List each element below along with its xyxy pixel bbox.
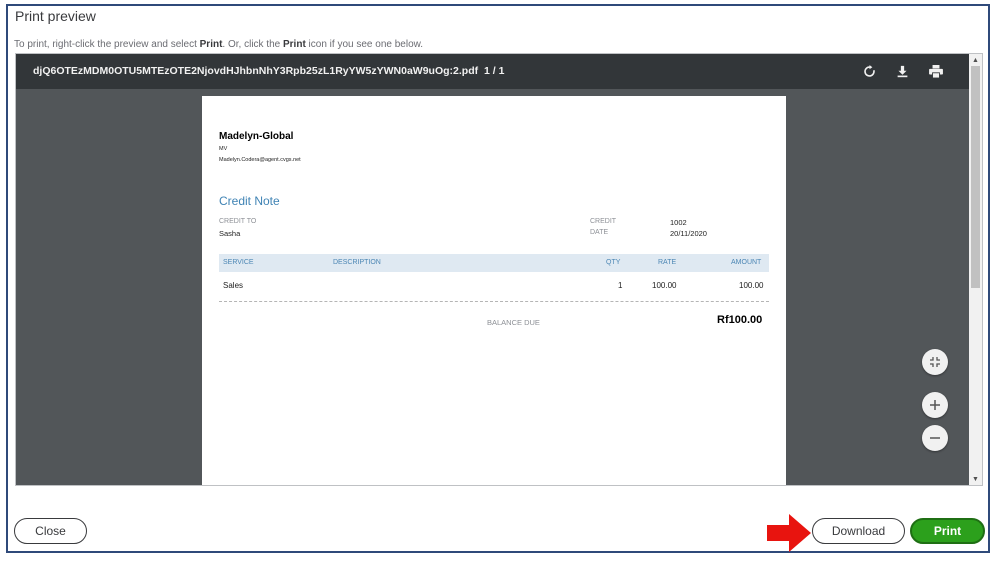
document-title: Credit Note — [219, 194, 280, 208]
download-button[interactable]: Download — [812, 518, 905, 544]
scroll-down-arrow-icon[interactable]: ▼ — [969, 473, 982, 485]
row-service: Sales — [223, 281, 244, 290]
credit-to-label: CREDIT TO — [219, 218, 257, 225]
fit-page-icon — [930, 357, 940, 367]
balance-due-label: BALANCE DUE — [487, 318, 540, 327]
company-initials: MV — [219, 146, 228, 152]
plus-icon — [930, 400, 940, 410]
print-button[interactable]: Print — [910, 518, 985, 544]
hint-print-1: Print — [199, 39, 223, 50]
row-qty: 1 — [618, 281, 623, 290]
date-label: DATE — [590, 229, 609, 236]
row-divider — [219, 301, 769, 302]
credit-to-value: Sasha — [219, 229, 241, 238]
hint-prefix: To print, right-click the preview and se… — [14, 39, 200, 50]
pdf-toolbar: djQ6OTEzMDM0OTU5MTEzOTE2NjovdHJhbnNhY3Rp… — [16, 54, 970, 89]
credit-number: 1002 — [670, 218, 687, 227]
row-rate: 100.00 — [652, 281, 677, 290]
column-header-amount: AMOUNT — [731, 259, 762, 266]
column-header-qty: QTY — [606, 259, 621, 266]
red-arrow-icon — [767, 514, 811, 552]
hint-middle: . Or, click the — [222, 39, 283, 50]
vertical-scrollbar[interactable]: ▲ ▼ — [969, 54, 982, 485]
zoom-out-button[interactable] — [922, 425, 948, 451]
company-name: Madelyn-Global — [219, 131, 294, 142]
hint-suffix: icon if you see one below. — [305, 39, 424, 50]
zoom-in-button[interactable] — [922, 392, 948, 418]
print-icon[interactable] — [927, 62, 945, 80]
minus-icon — [930, 437, 940, 439]
scroll-up-arrow-icon[interactable]: ▲ — [969, 54, 982, 66]
page-indicator: 1 / 1 — [484, 65, 505, 77]
pdf-filename: djQ6OTEzMDM0OTU5MTEzOTE2NjovdHJhbnNhY3Rp… — [33, 65, 479, 77]
fit-page-button[interactable] — [922, 349, 948, 375]
pdf-page: Madelyn-Global MV Madelyn.Codera@agent.c… — [202, 96, 786, 485]
line-items-header: SERVICE DESCRIPTION QTY RATE AMOUNT — [219, 254, 769, 272]
column-header-description: DESCRIPTION — [333, 259, 381, 266]
company-email: Madelyn.Codera@agent.cvgs.net — [219, 157, 301, 163]
date-value: 20/11/2020 — [670, 229, 707, 238]
hint-print-2: Print — [283, 39, 306, 50]
rotate-icon[interactable] — [860, 62, 878, 80]
download-icon[interactable] — [893, 62, 911, 80]
scroll-thumb[interactable] — [971, 66, 980, 288]
balance-due-amount: Rf100.00 — [717, 314, 763, 326]
credit-label: CREDIT — [590, 218, 617, 225]
print-instructions: To print, right-click the preview and se… — [14, 39, 423, 50]
close-button[interactable]: Close — [14, 518, 87, 544]
column-header-service: SERVICE — [223, 259, 254, 266]
dialog-title: Print preview — [15, 8, 96, 24]
pdf-viewer[interactable]: djQ6OTEzMDM0OTU5MTEzOTE2NjovdHJhbnNhY3Rp… — [15, 53, 983, 486]
column-header-rate: RATE — [658, 259, 677, 266]
row-amount: 100.00 — [739, 281, 764, 290]
